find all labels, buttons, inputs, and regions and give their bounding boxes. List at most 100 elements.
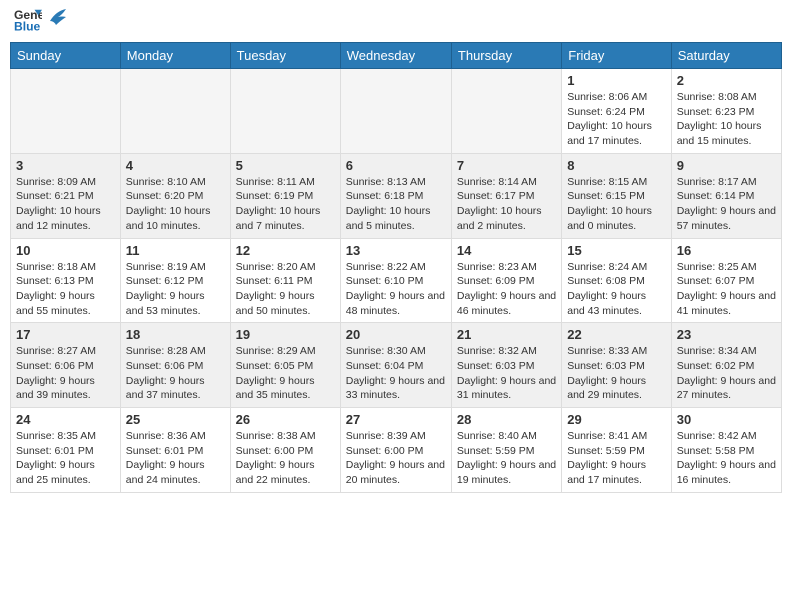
- day-number: 11: [126, 243, 225, 258]
- day-number: 3: [16, 158, 115, 173]
- day-info: Sunrise: 8:22 AM Sunset: 6:10 PM Dayligh…: [346, 260, 446, 319]
- day-info: Sunrise: 8:23 AM Sunset: 6:09 PM Dayligh…: [457, 260, 556, 319]
- calendar-cell: [120, 69, 230, 154]
- day-number: 1: [567, 73, 665, 88]
- calendar-cell: [11, 69, 121, 154]
- day-number: 4: [126, 158, 225, 173]
- day-info: Sunrise: 8:30 AM Sunset: 6:04 PM Dayligh…: [346, 344, 446, 403]
- day-number: 18: [126, 327, 225, 342]
- day-number: 25: [126, 412, 225, 427]
- calendar-cell: 12 Sunrise: 8:20 AM Sunset: 6:11 PM Dayli…: [230, 238, 340, 323]
- day-number: 8: [567, 158, 665, 173]
- calendar-cell: 1 Sunrise: 8:06 AM Sunset: 6:24 PM Daylig…: [562, 69, 671, 154]
- day-number: 5: [236, 158, 335, 173]
- day-number: 23: [677, 327, 776, 342]
- calendar-cell: 19 Sunrise: 8:29 AM Sunset: 6:05 PM Dayli…: [230, 323, 340, 408]
- calendar-week-row: 1 Sunrise: 8:06 AM Sunset: 6:24 PM Daylig…: [11, 69, 782, 154]
- calendar-cell: 7Sunrise: 8:14 AM Sunset: 6:17 PM Daylig…: [451, 153, 561, 238]
- calendar-cell: 23 Sunrise: 8:34 AM Sunset: 6:02 PM Dayli…: [671, 323, 781, 408]
- calendar-week-row: 17 Sunrise: 8:27 AM Sunset: 6:06 PM Dayli…: [11, 323, 782, 408]
- day-number: 21: [457, 327, 556, 342]
- day-number: 26: [236, 412, 335, 427]
- day-number: 15: [567, 243, 665, 258]
- calendar-cell: 11 Sunrise: 8:19 AM Sunset: 6:12 PM Dayli…: [120, 238, 230, 323]
- weekday-header-monday: Monday: [120, 43, 230, 69]
- day-info: Sunrise: 8:28 AM Sunset: 6:06 PM Dayligh…: [126, 344, 225, 403]
- day-number: 12: [236, 243, 335, 258]
- day-info: Sunrise: 8:29 AM Sunset: 6:05 PM Dayligh…: [236, 344, 335, 403]
- calendar-cell: 3 Sunrise: 8:09 AM Sunset: 6:21 PM Daylig…: [11, 153, 121, 238]
- day-info: Sunrise: 8:18 AM Sunset: 6:13 PM Dayligh…: [16, 260, 115, 319]
- calendar-cell: [230, 69, 340, 154]
- day-info: Sunrise: 8:39 AM Sunset: 6:00 PM Dayligh…: [346, 429, 446, 488]
- calendar-cell: 30 Sunrise: 8:42 AM Sunset: 5:58 PM Dayli…: [671, 408, 781, 493]
- day-number: 30: [677, 412, 776, 427]
- day-number: 28: [457, 412, 556, 427]
- weekday-header-sunday: Sunday: [11, 43, 121, 69]
- day-info: Sunrise: 8:13 AM Sunset: 6:18 PM Dayligh…: [346, 175, 446, 234]
- calendar-cell: 22 Sunrise: 8:33 AM Sunset: 6:03 PM Dayli…: [562, 323, 671, 408]
- day-number: 14: [457, 243, 556, 258]
- weekday-header-wednesday: Wednesday: [340, 43, 451, 69]
- day-number: 24: [16, 412, 115, 427]
- calendar-cell: 21 Sunrise: 8:32 AM Sunset: 6:03 PM Dayli…: [451, 323, 561, 408]
- calendar-week-row: 3 Sunrise: 8:09 AM Sunset: 6:21 PM Daylig…: [11, 153, 782, 238]
- day-info: Sunrise: 8:06 AM Sunset: 6:24 PM Dayligh…: [567, 90, 665, 149]
- calendar-cell: 14 Sunrise: 8:23 AM Sunset: 6:09 PM Dayli…: [451, 238, 561, 323]
- calendar-cell: 17 Sunrise: 8:27 AM Sunset: 6:06 PM Dayli…: [11, 323, 121, 408]
- day-number: 22: [567, 327, 665, 342]
- day-info: Sunrise: 8:11 AM Sunset: 6:19 PM Dayligh…: [236, 175, 335, 234]
- calendar-week-row: 10 Sunrise: 8:18 AM Sunset: 6:13 PM Dayli…: [11, 238, 782, 323]
- day-info: Sunrise: 8:15 AM Sunset: 6:15 PM Dayligh…: [567, 175, 665, 234]
- day-number: 19: [236, 327, 335, 342]
- calendar-cell: 27 Sunrise: 8:39 AM Sunset: 6:00 PM Dayli…: [340, 408, 451, 493]
- day-info: Sunrise: 8:24 AM Sunset: 6:08 PM Dayligh…: [567, 260, 665, 319]
- calendar-cell: [340, 69, 451, 154]
- day-info: Sunrise: 8:08 AM Sunset: 6:23 PM Dayligh…: [677, 90, 776, 149]
- day-info: Sunrise: 8:35 AM Sunset: 6:01 PM Dayligh…: [16, 429, 115, 488]
- day-number: 27: [346, 412, 446, 427]
- day-info: Sunrise: 8:09 AM Sunset: 6:21 PM Dayligh…: [16, 175, 115, 234]
- day-info: Sunrise: 8:34 AM Sunset: 6:02 PM Dayligh…: [677, 344, 776, 403]
- day-info: Sunrise: 8:41 AM Sunset: 5:59 PM Dayligh…: [567, 429, 665, 488]
- day-info: Sunrise: 8:25 AM Sunset: 6:07 PM Dayligh…: [677, 260, 776, 319]
- day-info: Sunrise: 8:38 AM Sunset: 6:00 PM Dayligh…: [236, 429, 335, 488]
- calendar-week-row: 24 Sunrise: 8:35 AM Sunset: 6:01 PM Dayli…: [11, 408, 782, 493]
- day-number: 17: [16, 327, 115, 342]
- calendar-cell: 25 Sunrise: 8:36 AM Sunset: 6:01 PM Dayli…: [120, 408, 230, 493]
- day-number: 2: [677, 73, 776, 88]
- calendar-cell: 24 Sunrise: 8:35 AM Sunset: 6:01 PM Dayli…: [11, 408, 121, 493]
- logo-icon: General Blue: [14, 6, 42, 34]
- day-info: Sunrise: 8:33 AM Sunset: 6:03 PM Dayligh…: [567, 344, 665, 403]
- calendar-cell: 8 Sunrise: 8:15 AM Sunset: 6:15 PM Daylig…: [562, 153, 671, 238]
- day-info: Sunrise: 8:27 AM Sunset: 6:06 PM Dayligh…: [16, 344, 115, 403]
- day-info: Sunrise: 8:10 AM Sunset: 6:20 PM Dayligh…: [126, 175, 225, 234]
- calendar-cell: 6 Sunrise: 8:13 AM Sunset: 6:18 PM Daylig…: [340, 153, 451, 238]
- calendar-cell: 4 Sunrise: 8:10 AM Sunset: 6:20 PM Daylig…: [120, 153, 230, 238]
- svg-text:Blue: Blue: [14, 19, 41, 33]
- calendar-cell: 15 Sunrise: 8:24 AM Sunset: 6:08 PM Dayli…: [562, 238, 671, 323]
- calendar-cell: 5 Sunrise: 8:11 AM Sunset: 6:19 PM Daylig…: [230, 153, 340, 238]
- day-number: 29: [567, 412, 665, 427]
- logo: General Blue: [14, 10, 68, 34]
- calendar-cell: 16 Sunrise: 8:25 AM Sunset: 6:07 PM Dayli…: [671, 238, 781, 323]
- day-info: Sunrise: 8:32 AM Sunset: 6:03 PM Dayligh…: [457, 344, 556, 403]
- weekday-header-saturday: Saturday: [671, 43, 781, 69]
- calendar-cell: 20 Sunrise: 8:30 AM Sunset: 6:04 PM Dayli…: [340, 323, 451, 408]
- calendar-cell: [451, 69, 561, 154]
- calendar-cell: 26 Sunrise: 8:38 AM Sunset: 6:00 PM Dayli…: [230, 408, 340, 493]
- day-number: 10: [16, 243, 115, 258]
- weekday-header-friday: Friday: [562, 43, 671, 69]
- day-number: 6: [346, 158, 446, 173]
- day-info: Sunrise: 8:20 AM Sunset: 6:11 PM Dayligh…: [236, 260, 335, 319]
- day-info: Sunrise: 8:19 AM Sunset: 6:12 PM Dayligh…: [126, 260, 225, 319]
- page-header: General Blue: [10, 10, 782, 34]
- day-info: Sunrise: 8:36 AM Sunset: 6:01 PM Dayligh…: [126, 429, 225, 488]
- calendar-cell: 10 Sunrise: 8:18 AM Sunset: 6:13 PM Dayli…: [11, 238, 121, 323]
- logo-bird-icon: [48, 7, 68, 27]
- day-number: 20: [346, 327, 446, 342]
- day-info: Sunrise: 8:42 AM Sunset: 5:58 PM Dayligh…: [677, 429, 776, 488]
- day-info: Sunrise: 8:17 AM Sunset: 6:14 PM Dayligh…: [677, 175, 776, 234]
- calendar-cell: 13Sunrise: 8:22 AM Sunset: 6:10 PM Dayli…: [340, 238, 451, 323]
- day-number: 16: [677, 243, 776, 258]
